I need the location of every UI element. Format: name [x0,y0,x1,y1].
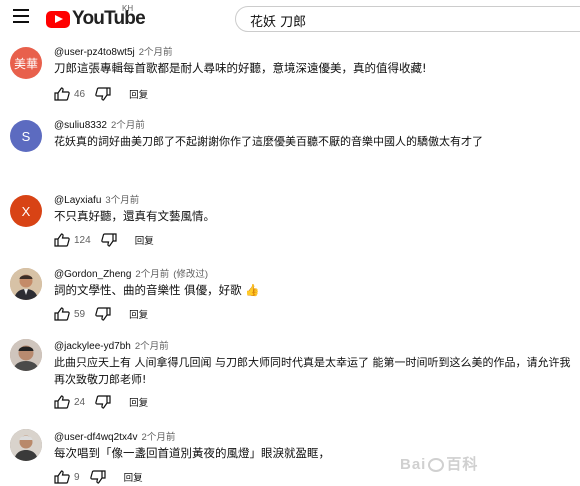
reply-button[interactable]: 回复 [129,395,148,409]
comment-actions: 124 回复 [54,231,154,249]
comment-author[interactable]: @jackylee-yd7bh [54,341,131,352]
avatar[interactable] [10,268,42,300]
search-box[interactable]: 花妖 刀郎 [235,6,580,32]
watermark-text: 百科 [446,456,479,473]
youtube-play-icon [46,10,70,28]
comment-time[interactable]: 3个月前 [105,195,139,206]
comment-time[interactable]: 2个月前 [111,120,145,131]
region-code: KH [122,4,134,13]
comment-time[interactable]: 2个月前 [135,269,169,280]
dislike-icon[interactable] [95,87,111,101]
avatar-photo [10,339,42,371]
avatar[interactable] [10,429,42,461]
like-count: 24 [74,396,86,408]
avatar-initials: 美華 [13,56,38,71]
comment-line: 不只真好聽，還真有文藝風情。 [54,209,215,223]
avatar[interactable]: 美華 [10,47,42,79]
comment-text: 每次唱到「像一盞回首道別黃夜的風燈」眼淚就盈眶， [54,445,330,462]
comment-line: 刀郎這張專輯每首歌都是耐人尋味的好聽，意境深遠優美，真的值得收藏! [54,61,427,75]
avatar[interactable] [10,339,42,371]
like-icon[interactable] [54,87,70,101]
comment-author[interactable]: @user-pz4to8wt5j [54,47,135,58]
comment-text: 刀郎這張專輯每首歌都是耐人尋味的好聽，意境深遠優美，真的值得收藏! [54,60,427,77]
avatar[interactable]: X [10,195,42,227]
like-icon[interactable] [54,307,70,321]
like-count: 9 [74,471,80,483]
comment-time[interactable]: 2个月前 [139,47,173,58]
search-input[interactable]: 花妖 刀郎 [250,11,306,30]
dislike-icon[interactable] [95,395,111,409]
comment-text: 此曲只应天上有 人间拿得几回闻 与刀郎大师同时代真是太幸运了 能第一时间听到这么… [54,354,571,388]
baidu-paw-icon [428,458,445,473]
reply-button[interactable]: 回复 [129,87,148,101]
avatar-initials: X [21,203,31,219]
comment-line: 每次唱到「像一盞回首道別黃夜的風燈」眼淚就盈眶， [54,446,330,460]
comment-line: 花妖真的詞好曲美刀郎了不起謝謝你作了這麼優美百聽不厭的音樂中國人的驕傲太有才了 [54,135,483,148]
comment-author[interactable]: @Gordon_Zheng [54,269,131,280]
like-count: 59 [74,308,86,320]
like-icon[interactable] [54,395,70,409]
avatar-initials: S [21,128,31,144]
comment-text: 不只真好聽，還真有文藝風情。 [54,208,215,225]
comment-actions: 46 回复 [54,85,148,103]
like-icon[interactable] [54,470,70,484]
edited-label: (修改过) [173,269,209,280]
reply-button[interactable]: 回复 [129,307,148,321]
top-bar: YouTube KH 花妖 刀郎 [0,0,580,36]
reply-button[interactable]: 回复 [124,470,143,484]
comment-line: 此曲只应天上有 人间拿得几回闻 与刀郎大师同时代真是太幸运了 能第一时间听到这么… [54,356,571,369]
comment-line: 再次致敬刀郎老师! [54,373,147,386]
like-count: 124 [74,234,91,246]
comment-author[interactable]: @Layxiafu [54,195,101,206]
dislike-icon[interactable] [95,307,111,321]
comment-line: 詞的文學性、曲的音樂性 俱優，好歌 👍 [54,283,260,297]
comment-actions: 24 回复 [54,393,148,411]
comment-text: 花妖真的詞好曲美刀郎了不起謝謝你作了這麼優美百聽不厭的音樂中國人的驕傲太有才了 [54,133,483,150]
avatar-photo [10,429,42,461]
avatar[interactable]: S [10,120,42,152]
comment-text: 詞的文學性、曲的音樂性 俱優，好歌 👍 [54,282,260,299]
dislike-icon[interactable] [100,233,117,247]
comment-author[interactable]: @user-df4wq2tx4v [54,432,138,443]
comment-author[interactable]: @suliu8332 [54,120,107,131]
baidu-watermark: Bai 百科 [400,453,478,474]
hamburger-menu-icon[interactable] [13,9,29,23]
comment-time[interactable]: 2个月前 [135,341,169,352]
reply-button[interactable]: 回复 [135,233,154,247]
like-icon[interactable] [54,233,70,247]
logo-text: YouTube [72,8,146,29]
avatar-photo [10,268,42,300]
comment-time[interactable]: 2个月前 [142,432,176,443]
dislike-icon[interactable] [89,470,106,484]
watermark-text: Bai [400,456,427,473]
like-count: 46 [74,88,86,100]
comment-actions: 9 回复 [54,468,143,486]
comment-actions: 59 回复 [54,305,148,323]
